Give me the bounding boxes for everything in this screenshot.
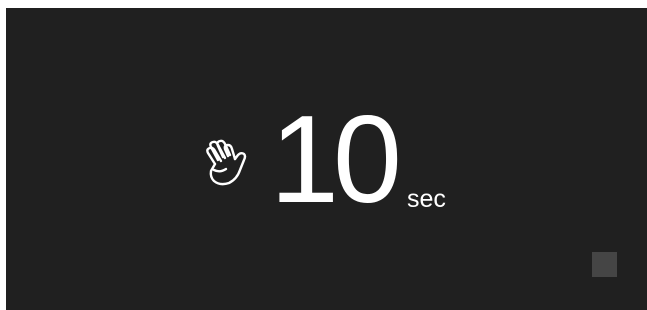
timer-screen: 10 sec (6, 8, 647, 310)
countdown-value: 10 (270, 91, 402, 229)
hand-wave-icon (202, 139, 250, 191)
countdown-unit-label: sec (407, 185, 446, 213)
stop-button[interactable] (592, 252, 617, 277)
